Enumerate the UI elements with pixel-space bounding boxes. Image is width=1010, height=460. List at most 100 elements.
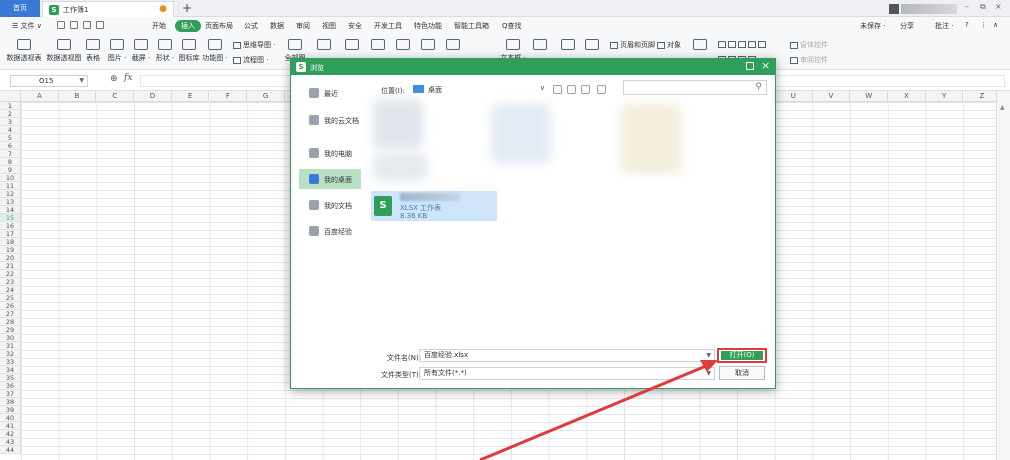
- pie-chart-button[interactable]: [370, 39, 386, 53]
- save-icon[interactable]: [57, 21, 65, 29]
- home-tab[interactable]: 首页: [0, 0, 40, 17]
- line-chart-button[interactable]: [316, 39, 332, 53]
- row-header[interactable]: 21: [0, 262, 21, 270]
- blurred-desktop-item[interactable]: [491, 104, 551, 164]
- form-controls-group[interactable]: [718, 40, 768, 48]
- row-header[interactable]: 24: [0, 286, 21, 294]
- menu-toolbox[interactable]: 智能工具箱: [454, 21, 489, 31]
- row-header[interactable]: 41: [0, 422, 21, 430]
- zoom-icon[interactable]: ⊕: [110, 74, 118, 84]
- link-button[interactable]: [692, 39, 708, 53]
- row-header[interactable]: 12: [0, 190, 21, 198]
- menu-search[interactable]: Q查找: [502, 21, 522, 31]
- row-header[interactable]: 20: [0, 254, 21, 262]
- row-header[interactable]: 17: [0, 230, 21, 238]
- row-header[interactable]: 2: [0, 110, 21, 118]
- close-icon[interactable]: ×: [761, 60, 770, 72]
- open-button[interactable]: 打开(O): [717, 348, 767, 363]
- mindmap-button[interactable]: 思维导图 ·: [233, 40, 275, 50]
- object-button[interactable]: 对象: [657, 40, 681, 50]
- sidebar-item-computer[interactable]: 我的电脑: [299, 143, 361, 163]
- row-header[interactable]: 34: [0, 366, 21, 374]
- selected-file-item[interactable]: S XLSX 工作表 8.36 KB: [371, 191, 497, 221]
- function-chart-button[interactable]: 功能图 ·: [202, 39, 228, 63]
- row-header[interactable]: 33: [0, 358, 21, 366]
- minimize-button[interactable]: –: [965, 2, 969, 11]
- sidebar-item-desktop[interactable]: 我的桌面: [299, 169, 361, 189]
- row-header[interactable]: 3: [0, 118, 21, 126]
- row-header[interactable]: 5: [0, 134, 21, 142]
- column-header[interactable]: A: [21, 91, 59, 102]
- column-header[interactable]: V: [812, 91, 851, 102]
- column-header[interactable]: E: [171, 91, 210, 102]
- scatter-chart-button[interactable]: [420, 39, 436, 53]
- collapse-ribbon-button[interactable]: ∧: [993, 21, 998, 29]
- symbol-button[interactable]: [560, 39, 576, 53]
- preview-icon[interactable]: [96, 21, 104, 29]
- blurred-desktop-item[interactable]: [373, 153, 428, 181]
- column-header[interactable]: D: [134, 91, 172, 102]
- back-icon[interactable]: [553, 85, 562, 94]
- review-controls-label[interactable]: 审阅控件: [790, 55, 828, 65]
- row-header[interactable]: 43: [0, 438, 21, 446]
- row-header[interactable]: 4: [0, 126, 21, 134]
- row-header[interactable]: 10: [0, 174, 21, 182]
- sidebar-item-documents[interactable]: 我的文档: [299, 195, 361, 215]
- area-chart-button[interactable]: [395, 39, 411, 53]
- other-chart-button[interactable]: [445, 39, 461, 53]
- dialog-search-input[interactable]: ⚲: [623, 80, 767, 95]
- row-header[interactable]: 29: [0, 326, 21, 334]
- picture-button[interactable]: 图片 ·: [106, 39, 128, 63]
- menu-review[interactable]: 审阅: [296, 21, 310, 31]
- undo-history-icon[interactable]: [70, 21, 78, 29]
- help-button[interactable]: ?: [965, 21, 969, 29]
- chevron-down-icon[interactable]: ▼: [79, 76, 84, 86]
- menu-page-layout[interactable]: 页面布局: [205, 21, 233, 31]
- row-header[interactable]: 25: [0, 294, 21, 302]
- name-box[interactable]: O15 ▼: [10, 75, 88, 87]
- row-header[interactable]: 11: [0, 182, 21, 190]
- menu-view[interactable]: 视图: [322, 21, 336, 31]
- header-footer-button[interactable]: 页眉和页脚: [610, 40, 655, 50]
- menu-security[interactable]: 安全: [348, 21, 362, 31]
- menu-insert[interactable]: 插入: [175, 20, 201, 32]
- row-header[interactable]: 30: [0, 334, 21, 342]
- row-header[interactable]: 39: [0, 406, 21, 414]
- column-header[interactable]: U: [775, 91, 813, 102]
- row-header[interactable]: 42: [0, 430, 21, 438]
- bar-chart-button[interactable]: [344, 39, 360, 53]
- workbook-tab[interactable]: S 工作簿1 ●: [42, 1, 174, 17]
- sidebar-item-baidu[interactable]: 百度经验: [299, 221, 361, 241]
- comment-button[interactable]: 批注 ·: [935, 21, 953, 31]
- row-header[interactable]: 36: [0, 382, 21, 390]
- maximize-icon[interactable]: [746, 62, 754, 70]
- print-icon[interactable]: [83, 21, 91, 29]
- screenshot-button[interactable]: 截屏 ·: [130, 39, 152, 63]
- select-all-corner[interactable]: [0, 91, 21, 102]
- scroll-up-icon[interactable]: ▲: [1000, 104, 1005, 111]
- row-header[interactable]: 31: [0, 342, 21, 350]
- row-header[interactable]: 6: [0, 142, 21, 150]
- unsaved-status[interactable]: 未保存 ·: [860, 21, 885, 31]
- blurred-desktop-item[interactable]: [621, 104, 681, 174]
- add-tab-button[interactable]: +: [182, 1, 192, 15]
- sidebar-item-cloud[interactable]: 我的云文档: [299, 110, 361, 130]
- user-avatar[interactable]: [889, 4, 899, 14]
- row-header[interactable]: 1: [0, 102, 21, 110]
- menu-formula[interactable]: 公式: [244, 21, 258, 31]
- column-header[interactable]: X: [888, 91, 926, 102]
- view-mode-icon[interactable]: [597, 85, 606, 94]
- table-button[interactable]: 表格: [84, 39, 102, 63]
- close-window-button[interactable]: ×: [995, 2, 1002, 11]
- equation-button[interactable]: [584, 39, 600, 53]
- column-header[interactable]: G: [247, 91, 285, 102]
- row-header[interactable]: 19: [0, 246, 21, 254]
- more-button[interactable]: ⋮: [980, 21, 987, 29]
- shape-button[interactable]: 形状 ·: [154, 39, 176, 63]
- icon-library-button[interactable]: 图标库: [178, 39, 200, 63]
- menu-special[interactable]: 特色功能: [414, 21, 442, 31]
- row-header[interactable]: 26: [0, 302, 21, 310]
- vertical-scrollbar[interactable]: ▲: [996, 91, 1010, 460]
- chevron-down-icon[interactable]: ▼: [706, 368, 711, 379]
- row-header[interactable]: 9: [0, 166, 21, 174]
